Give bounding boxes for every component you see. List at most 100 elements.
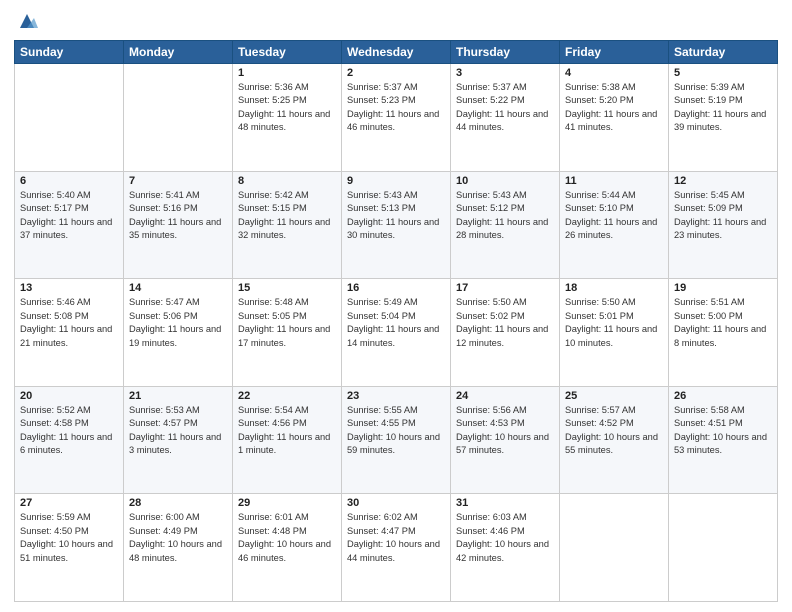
col-header-wednesday: Wednesday [342, 41, 451, 64]
logo-icon [16, 10, 38, 32]
calendar-cell: 17Sunrise: 5:50 AM Sunset: 5:02 PM Dayli… [451, 279, 560, 387]
calendar-cell: 22 Sunrise: 5:54 AM Sunset: 4:56 PM Dayli… [233, 386, 342, 494]
day-number: 1 [238, 67, 336, 79]
day-number: 20 [20, 390, 118, 402]
col-header-sunday: Sunday [15, 41, 124, 64]
calendar-week-2: 6Sunrise: 5:40 AM Sunset: 5:17 PM Daylig… [15, 171, 778, 279]
calendar-table: SundayMondayTuesdayWednesdayThursdayFrid… [14, 40, 778, 602]
calendar-cell: 31Sunrise: 6:03 AM Sunset: 4:46 PM Dayli… [451, 494, 560, 602]
calendar-cell: 27 Sunrise: 5:59 AM Sunset: 4:50 PM Dayli… [15, 494, 124, 602]
day-info: Sunrise: 5:36 AM Sunset: 5:25 PM Dayligh… [238, 81, 336, 135]
day-info: Sunrise: 5:43 AM Sunset: 5:13 PM Dayligh… [347, 189, 445, 243]
day-info: Sunrise: 5:37 AM Sunset: 5:23 PM Dayligh… [347, 81, 445, 135]
day-number: 2 [347, 67, 445, 79]
calendar-cell: 14 Sunrise: 5:47 AM Sunset: 5:06 PM Dayli… [124, 279, 233, 387]
calendar-cell [124, 64, 233, 172]
day-info: Sunrise: 5:42 AM Sunset: 5:15 PM Dayligh… [238, 189, 336, 243]
calendar-cell: 6Sunrise: 5:40 AM Sunset: 5:17 PM Daylig… [15, 171, 124, 279]
day-info: Sunrise: 5:46 AM Sunset: 5:08 PM Dayligh… [20, 296, 118, 350]
day-number: 23 [347, 390, 445, 402]
col-header-thursday: Thursday [451, 41, 560, 64]
calendar-week-5: 27 Sunrise: 5:59 AM Sunset: 4:50 PM Dayli… [15, 494, 778, 602]
day-number: 9 [347, 175, 445, 187]
day-number: 14 [129, 282, 227, 294]
calendar-week-4: 20 Sunrise: 5:52 AM Sunset: 4:58 PM Dayli… [15, 386, 778, 494]
day-info: Sunrise: 6:01 AM Sunset: 4:48 PM Dayligh… [238, 511, 336, 565]
calendar-cell: 5Sunrise: 5:39 AM Sunset: 5:19 PM Daylig… [669, 64, 778, 172]
calendar-cell: 15 Sunrise: 5:48 AM Sunset: 5:05 PM Dayli… [233, 279, 342, 387]
day-info: Sunrise: 5:52 AM Sunset: 4:58 PM Dayligh… [20, 404, 118, 458]
day-number: 22 [238, 390, 336, 402]
day-info: Sunrise: 5:48 AM Sunset: 5:05 PM Dayligh… [238, 296, 336, 350]
day-info: Sunrise: 5:50 AM Sunset: 5:01 PM Dayligh… [565, 296, 663, 350]
day-number: 3 [456, 67, 554, 79]
day-number: 18 [565, 282, 663, 294]
day-info: Sunrise: 5:38 AM Sunset: 5:20 PM Dayligh… [565, 81, 663, 135]
calendar-cell: 11 Sunrise: 5:44 AM Sunset: 5:10 PM Dayli… [560, 171, 669, 279]
day-number: 13 [20, 282, 118, 294]
day-number: 10 [456, 175, 554, 187]
day-info: Sunrise: 5:56 AM Sunset: 4:53 PM Dayligh… [456, 404, 554, 458]
day-info: Sunrise: 5:40 AM Sunset: 5:17 PM Dayligh… [20, 189, 118, 243]
calendar-cell: 7 Sunrise: 5:41 AM Sunset: 5:16 PM Daylig… [124, 171, 233, 279]
header [14, 10, 778, 32]
calendar-cell [15, 64, 124, 172]
calendar-cell: 28 Sunrise: 6:00 AM Sunset: 4:49 PM Dayli… [124, 494, 233, 602]
day-number: 28 [129, 497, 227, 509]
day-number: 26 [674, 390, 772, 402]
calendar-cell: 16Sunrise: 5:49 AM Sunset: 5:04 PM Dayli… [342, 279, 451, 387]
calendar-cell: 26 Sunrise: 5:58 AM Sunset: 4:51 PM Dayli… [669, 386, 778, 494]
calendar-cell: 3 Sunrise: 5:37 AM Sunset: 5:22 PM Daylig… [451, 64, 560, 172]
day-number: 12 [674, 175, 772, 187]
day-number: 17 [456, 282, 554, 294]
day-info: Sunrise: 5:51 AM Sunset: 5:00 PM Dayligh… [674, 296, 772, 350]
calendar-cell: 2 Sunrise: 5:37 AM Sunset: 5:23 PM Daylig… [342, 64, 451, 172]
day-number: 19 [674, 282, 772, 294]
calendar-cell: 20 Sunrise: 5:52 AM Sunset: 4:58 PM Dayli… [15, 386, 124, 494]
day-number: 25 [565, 390, 663, 402]
day-info: Sunrise: 5:45 AM Sunset: 5:09 PM Dayligh… [674, 189, 772, 243]
day-number: 8 [238, 175, 336, 187]
day-info: Sunrise: 5:55 AM Sunset: 4:55 PM Dayligh… [347, 404, 445, 458]
calendar-cell: 13 Sunrise: 5:46 AM Sunset: 5:08 PM Dayli… [15, 279, 124, 387]
day-number: 4 [565, 67, 663, 79]
day-info: Sunrise: 5:54 AM Sunset: 4:56 PM Dayligh… [238, 404, 336, 458]
day-info: Sunrise: 5:44 AM Sunset: 5:10 PM Dayligh… [565, 189, 663, 243]
day-number: 15 [238, 282, 336, 294]
day-number: 27 [20, 497, 118, 509]
calendar-cell: 4 Sunrise: 5:38 AM Sunset: 5:20 PM Daylig… [560, 64, 669, 172]
calendar-cell: 29Sunrise: 6:01 AM Sunset: 4:48 PM Dayli… [233, 494, 342, 602]
day-info: Sunrise: 5:57 AM Sunset: 4:52 PM Dayligh… [565, 404, 663, 458]
day-number: 21 [129, 390, 227, 402]
day-info: Sunrise: 6:02 AM Sunset: 4:47 PM Dayligh… [347, 511, 445, 565]
day-info: Sunrise: 5:47 AM Sunset: 5:06 PM Dayligh… [129, 296, 227, 350]
calendar-header-row: SundayMondayTuesdayWednesdayThursdayFrid… [15, 41, 778, 64]
page: SundayMondayTuesdayWednesdayThursdayFrid… [0, 0, 792, 612]
calendar-cell: 9 Sunrise: 5:43 AM Sunset: 5:13 PM Daylig… [342, 171, 451, 279]
col-header-saturday: Saturday [669, 41, 778, 64]
col-header-tuesday: Tuesday [233, 41, 342, 64]
calendar-week-3: 13 Sunrise: 5:46 AM Sunset: 5:08 PM Dayli… [15, 279, 778, 387]
calendar-cell: 21Sunrise: 5:53 AM Sunset: 4:57 PM Dayli… [124, 386, 233, 494]
day-info: Sunrise: 5:59 AM Sunset: 4:50 PM Dayligh… [20, 511, 118, 565]
calendar-cell: 1 Sunrise: 5:36 AM Sunset: 5:25 PM Daylig… [233, 64, 342, 172]
col-header-friday: Friday [560, 41, 669, 64]
calendar-cell: 19 Sunrise: 5:51 AM Sunset: 5:00 PM Dayli… [669, 279, 778, 387]
day-number: 11 [565, 175, 663, 187]
calendar-cell [560, 494, 669, 602]
calendar-cell: 23 Sunrise: 5:55 AM Sunset: 4:55 PM Dayli… [342, 386, 451, 494]
day-info: Sunrise: 5:37 AM Sunset: 5:22 PM Dayligh… [456, 81, 554, 135]
logo [14, 10, 38, 32]
day-number: 7 [129, 175, 227, 187]
calendar-cell: 18 Sunrise: 5:50 AM Sunset: 5:01 PM Dayli… [560, 279, 669, 387]
calendar-cell: 8 Sunrise: 5:42 AM Sunset: 5:15 PM Daylig… [233, 171, 342, 279]
calendar-cell: 24 Sunrise: 5:56 AM Sunset: 4:53 PM Dayli… [451, 386, 560, 494]
day-number: 24 [456, 390, 554, 402]
day-info: Sunrise: 5:41 AM Sunset: 5:16 PM Dayligh… [129, 189, 227, 243]
calendar-cell: 12 Sunrise: 5:45 AM Sunset: 5:09 PM Dayli… [669, 171, 778, 279]
day-info: Sunrise: 5:58 AM Sunset: 4:51 PM Dayligh… [674, 404, 772, 458]
day-number: 30 [347, 497, 445, 509]
day-info: Sunrise: 5:49 AM Sunset: 5:04 PM Dayligh… [347, 296, 445, 350]
calendar-cell: 10Sunrise: 5:43 AM Sunset: 5:12 PM Dayli… [451, 171, 560, 279]
day-info: Sunrise: 6:00 AM Sunset: 4:49 PM Dayligh… [129, 511, 227, 565]
